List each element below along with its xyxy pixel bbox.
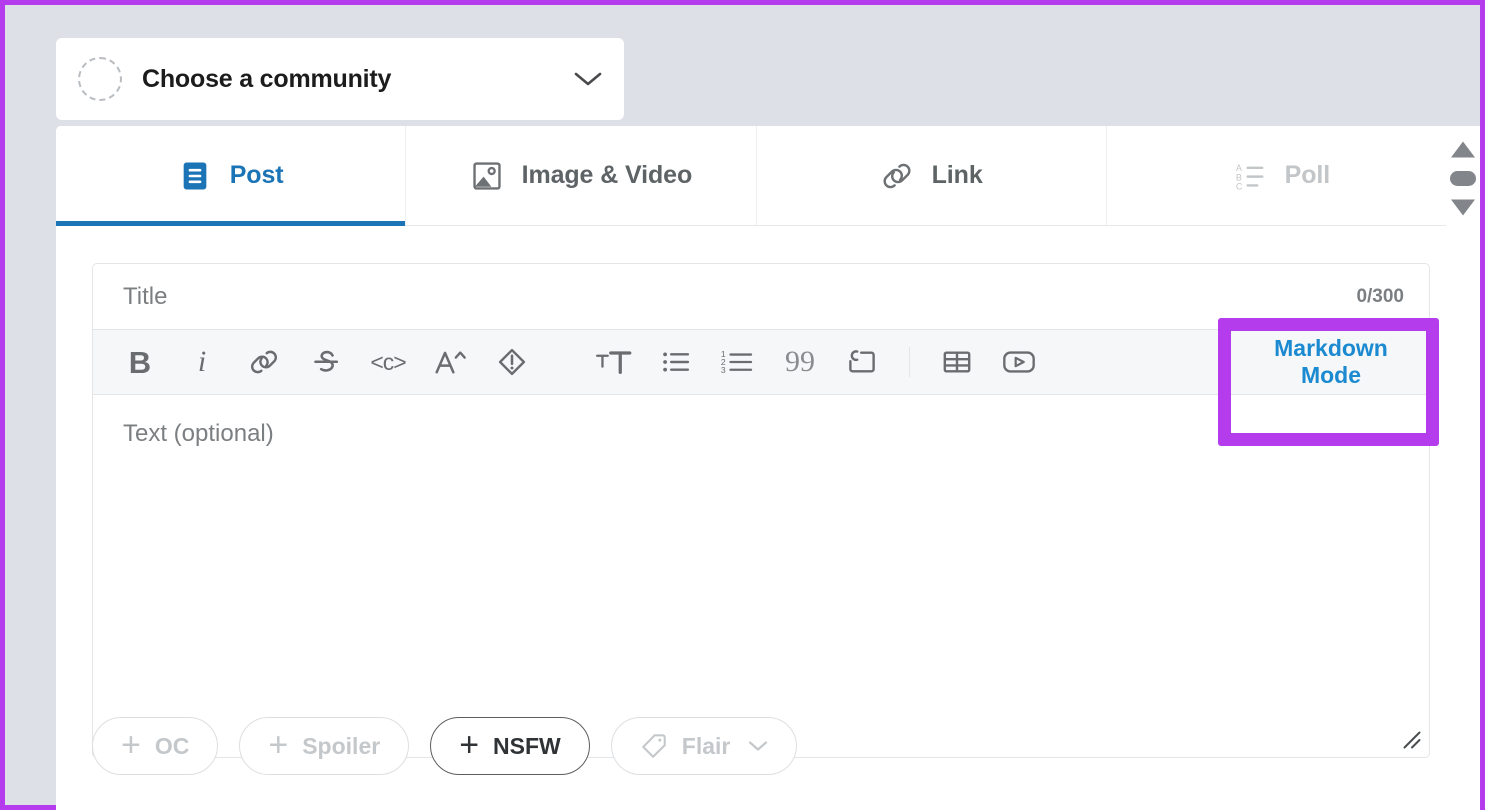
quote-glyph: 99	[785, 345, 815, 378]
poll-list-icon: A B C	[1235, 163, 1264, 191]
community-placeholder-label: Choose a community	[142, 64, 392, 93]
plus-icon: +	[268, 726, 289, 765]
numbered-list-glyph: 1 2 3	[721, 349, 753, 375]
table-glyph	[943, 351, 971, 373]
scroll-up-arrow-icon[interactable]	[1450, 140, 1476, 159]
bold-glyph: B	[128, 344, 152, 380]
inline-code-icon[interactable]: <c>	[363, 339, 413, 385]
toolbar-separator	[909, 347, 910, 377]
spoiler-icon[interactable]	[487, 339, 537, 385]
tab-link-label: Link	[931, 161, 983, 189]
chevron-down-icon	[574, 72, 602, 86]
italic-glyph: i	[197, 345, 207, 378]
post-tag-pills: + OC + Spoiler + NSFW Flair	[92, 717, 798, 775]
spoiler-pill-label: Spoiler	[302, 732, 381, 759]
tab-link[interactable]: Link	[756, 126, 1107, 225]
code-block-glyph	[849, 350, 875, 373]
spoiler-alert-glyph	[498, 348, 526, 376]
nsfw-pill[interactable]: + NSFW	[430, 717, 590, 775]
link-chain-glyph	[250, 350, 278, 374]
tab-poll-label: Poll	[1284, 161, 1331, 189]
image-video-icon	[472, 161, 501, 190]
superscript-icon[interactable]	[425, 339, 475, 385]
markdown-mode-label-line1: Markdown	[1274, 334, 1388, 361]
bulleted-list-icon[interactable]	[651, 339, 701, 385]
flair-pill[interactable]: Flair	[610, 717, 798, 775]
code-block-icon[interactable]	[837, 339, 887, 385]
title-input[interactable]: Title	[123, 283, 1356, 311]
italic-icon[interactable]: i	[177, 339, 227, 385]
body-textarea[interactable]: Text (optional)	[92, 394, 1430, 758]
quote-icon[interactable]: 99	[775, 339, 825, 385]
video-play-glyph	[1003, 351, 1035, 373]
heading-icon[interactable]	[589, 339, 639, 385]
tab-poll[interactable]: A B C Poll	[1106, 126, 1456, 225]
inline-code-glyph: <c>	[370, 348, 406, 375]
link-icon[interactable]	[239, 339, 289, 385]
nsfw-pill-label: NSFW	[493, 732, 561, 759]
tag-icon	[641, 734, 666, 758]
table-icon[interactable]	[932, 339, 982, 385]
tab-post[interactable]: Post	[56, 126, 407, 226]
strikethrough-glyph	[314, 350, 339, 372]
formatting-toolbar: B i <c> 1 2 3 99 Markdown Mode	[92, 329, 1430, 394]
strikethrough-icon[interactable]	[301, 339, 351, 385]
spoiler-pill[interactable]: + Spoiler	[239, 717, 410, 775]
bulleted-list-glyph	[663, 352, 690, 372]
superscript-glyph	[435, 351, 466, 374]
body-placeholder: Text (optional)	[123, 420, 274, 447]
community-selector[interactable]: Choose a community	[56, 38, 624, 120]
plus-icon: +	[459, 726, 480, 765]
svg-text:3: 3	[721, 365, 726, 375]
plus-icon: +	[121, 726, 141, 765]
video-icon[interactable]	[994, 339, 1044, 385]
markdown-mode-button[interactable]: Markdown Mode	[1233, 330, 1429, 394]
scroll-down-arrow-icon[interactable]	[1450, 198, 1476, 217]
vertical-scrollbar[interactable]	[1446, 126, 1480, 810]
numbered-list-icon[interactable]: 1 2 3	[713, 339, 763, 385]
post-composer-page: Choose a community Post Image & Video Li…	[5, 5, 1480, 810]
composer-card: Post Image & Video Link A B C Poll Title…	[56, 126, 1456, 810]
tab-post-label: Post	[229, 161, 284, 189]
post-editor: Title 0/300 B i <c> 1 2 3 99 Markdown Mo…	[92, 263, 1430, 758]
link-chain-icon	[883, 163, 911, 188]
post-type-tabs: Post Image & Video Link A B C Poll	[56, 126, 1456, 226]
svg-text:C: C	[1235, 181, 1242, 191]
chevron-down-icon	[749, 741, 768, 751]
oc-pill-label: OC	[154, 732, 190, 759]
scroll-thumb[interactable]	[1450, 171, 1476, 186]
title-char-counter: 0/300	[1356, 285, 1404, 307]
tab-image-video-label: Image & Video	[521, 161, 693, 189]
tab-image-video[interactable]: Image & Video	[406, 126, 757, 225]
flair-pill-label: Flair	[681, 732, 731, 759]
heading-glyph	[596, 351, 632, 374]
title-input-row[interactable]: Title 0/300	[92, 263, 1430, 329]
dashed-circle-avatar-icon	[78, 57, 122, 101]
markdown-mode-label-line2: Mode	[1300, 362, 1362, 388]
oc-pill[interactable]: + OC	[92, 717, 219, 775]
bold-icon[interactable]: B	[115, 339, 165, 385]
post-document-icon	[183, 162, 207, 189]
resize-handle-icon[interactable]	[1401, 729, 1423, 751]
